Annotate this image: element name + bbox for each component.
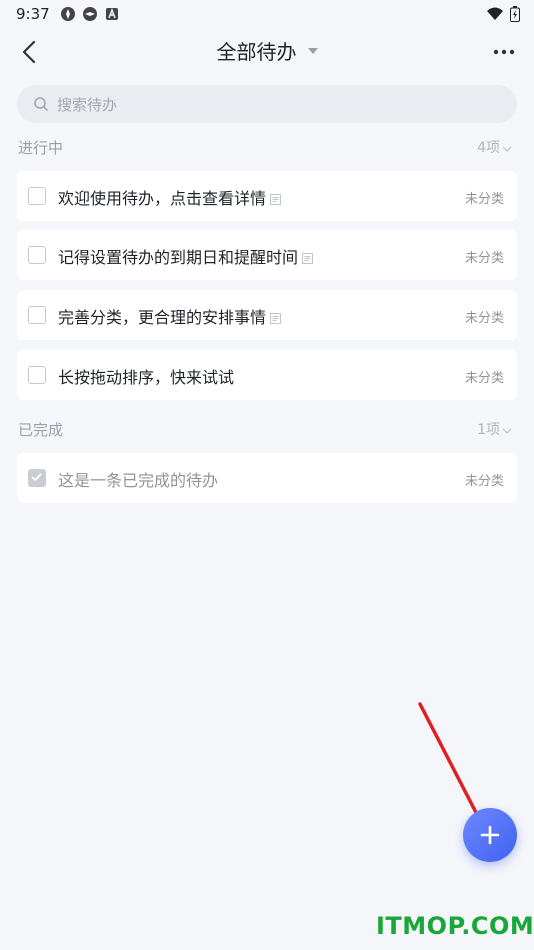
task-title-wrap: 记得设置待办的到期日和提醒时间	[58, 244, 314, 268]
task-category: 未分类	[464, 311, 504, 326]
status-bar: 9:37	[0, 0, 534, 28]
battery-icon	[510, 6, 520, 22]
task-title: 长按拖动排序，快来试试	[58, 368, 235, 387]
task-category: 未分类	[464, 251, 504, 266]
task-item[interactable]: 长按拖动排序，快来试试 未分类	[17, 350, 517, 400]
app-notification-icon-2	[82, 6, 98, 22]
font-notification-icon	[104, 6, 120, 22]
section-count: 4项	[477, 140, 500, 156]
task-checkbox[interactable]	[28, 187, 46, 205]
task-title: 欢迎使用待办，点击查看详情	[58, 189, 267, 208]
task-checkbox[interactable]	[28, 366, 46, 384]
note-icon	[302, 253, 314, 264]
section-count-toggle[interactable]: 1项	[477, 419, 512, 439]
caret-down-icon	[307, 47, 318, 54]
task-checkbox-checked[interactable]	[28, 469, 46, 487]
page-title: 全部待办	[216, 40, 297, 64]
section-header-in-progress: 进行中 4项	[18, 137, 516, 159]
task-checkbox[interactable]	[28, 246, 46, 264]
note-icon	[270, 313, 282, 324]
task-title: 记得设置待办的到期日和提醒时间	[58, 248, 299, 267]
task-category: 未分类	[464, 371, 504, 386]
task-category: 未分类	[464, 192, 504, 207]
plus-icon	[480, 825, 500, 845]
status-time: 9:37	[16, 5, 50, 23]
title-dropdown[interactable]: 全部待办	[0, 36, 534, 65]
task-item[interactable]: 记得设置待办的到期日和提醒时间 未分类	[17, 230, 517, 280]
task-item[interactable]: 欢迎使用待办，点击查看详情 未分类	[17, 171, 517, 221]
search-icon	[34, 97, 48, 111]
checkmark-icon	[31, 473, 42, 481]
section-label: 进行中	[18, 139, 64, 157]
status-system-icons	[486, 6, 520, 22]
task-category: 未分类	[464, 474, 504, 489]
section-count: 1项	[477, 422, 500, 438]
chevron-down-icon	[502, 428, 512, 434]
status-notification-icons	[60, 6, 120, 22]
top-bar: 全部待办	[0, 30, 534, 74]
more-icon	[493, 49, 515, 55]
wifi-icon	[487, 7, 503, 20]
search-input[interactable]	[55, 85, 479, 125]
task-item[interactable]: 完善分类，更合理的安排事情 未分类	[17, 290, 517, 340]
more-button[interactable]	[488, 36, 520, 68]
search-bar[interactable]	[17, 85, 517, 125]
task-title-wrap: 完善分类，更合理的安排事情	[58, 304, 282, 328]
task-item-completed[interactable]: 这是一条已完成的待办 未分类	[17, 453, 517, 503]
app-notification-icon	[60, 6, 76, 22]
task-title: 完善分类，更合理的安排事情	[58, 308, 267, 327]
note-icon	[270, 194, 282, 205]
section-label: 已完成	[18, 421, 64, 439]
section-count-toggle[interactable]: 4项	[477, 137, 512, 157]
task-title-wrap: 欢迎使用待办，点击查看详情	[58, 185, 282, 209]
add-task-button[interactable]	[463, 808, 517, 862]
chevron-down-icon	[502, 146, 512, 152]
task-title: 这是一条已完成的待办	[58, 471, 219, 490]
task-checkbox[interactable]	[28, 306, 46, 324]
section-header-completed: 已完成 1项	[18, 419, 516, 441]
watermark: ITMOP.COM	[376, 912, 534, 940]
